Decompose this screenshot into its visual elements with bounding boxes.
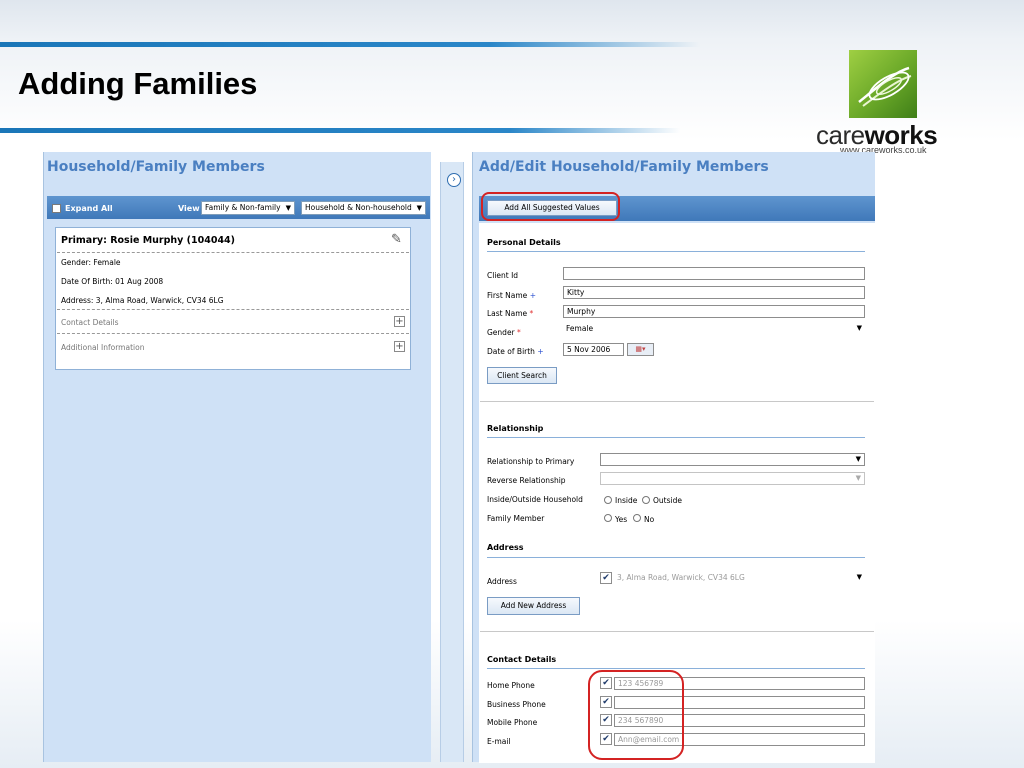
section-rule [487, 251, 865, 252]
relationship-to-primary-select[interactable]: ▼ [600, 453, 865, 466]
relationship-to-primary-label: Relationship to Primary [487, 457, 575, 466]
outside-radio[interactable] [642, 496, 650, 504]
reverse-relationship-select[interactable]: ▼ [600, 472, 865, 485]
household-select-value: Household & Non-household [305, 203, 412, 212]
member-address: Address: 3, Alma Road, Warwick, CV34 6LG [61, 296, 224, 305]
dropdown-arrow-icon: ▼ [856, 324, 862, 332]
highlight-oval [481, 192, 620, 221]
inside-outside-label: Inside/Outside Household [487, 495, 583, 504]
divider [57, 252, 409, 253]
expand-additional-plus-icon[interactable]: + [394, 341, 405, 352]
expand-all-checkbox[interactable] [52, 204, 61, 213]
first-name-field[interactable]: Kitty [563, 286, 865, 299]
add-new-address-button[interactable]: Add New Address [487, 597, 580, 615]
careworks-logo-icon [849, 50, 917, 118]
dropdown-arrow-icon: ▼ [856, 573, 862, 581]
dropdown-arrow-icon: ▼ [855, 474, 861, 482]
additional-info-section[interactable]: Additional Information [61, 343, 144, 352]
first-name-label: First Name + [487, 291, 536, 300]
family-member-label: Family Member [487, 514, 545, 523]
header-divider-bar [0, 128, 680, 133]
section-rule [487, 668, 865, 669]
required-mark: * [517, 328, 521, 337]
business-phone-label: Business Phone [487, 700, 546, 709]
personal-details-title: Personal Details [487, 238, 561, 247]
inside-radio-label: Inside [615, 496, 638, 505]
household-select[interactable]: Household & Non-household ▼ [301, 201, 426, 215]
client-id-label: Client Id [487, 271, 519, 280]
home-phone-label: Home Phone [487, 681, 535, 690]
divider [57, 333, 409, 334]
expand-all-label: Expand All [65, 204, 113, 213]
view-select[interactable]: Family & Non-family ▼ [201, 201, 295, 215]
section-separator [480, 401, 874, 402]
address-select-value: 3, Alma Road, Warwick, CV34 6LG [617, 573, 745, 582]
dob-label: Date of Birth + [487, 347, 544, 356]
dropdown-arrow-icon: ▼ [855, 455, 861, 463]
inside-radio[interactable] [604, 496, 612, 504]
last-name-label: Last Name * [487, 309, 533, 318]
view-label: View [178, 204, 200, 213]
edit-pencil-icon[interactable]: ✎ [391, 232, 402, 247]
gender-select-value: Female [566, 324, 594, 333]
view-select-value: Family & Non-family [205, 203, 281, 212]
chevron-right-icon[interactable]: › [447, 173, 461, 187]
section-separator [480, 631, 874, 632]
email-label: E-mail [487, 737, 511, 746]
gender-label: Gender * [487, 328, 521, 337]
no-radio-label: No [644, 515, 655, 524]
right-panel-heading: Add/Edit Household/Family Members [479, 159, 769, 175]
divider [57, 309, 409, 310]
dob-label-text: Date of Birth [487, 347, 535, 356]
section-rule [487, 437, 865, 438]
dropdown-arrow-icon: ▼ [416, 204, 422, 212]
no-radio[interactable] [633, 514, 641, 522]
member-title: Primary: Rosie Murphy (104044) [61, 235, 236, 246]
last-name-field[interactable]: Murphy [563, 305, 865, 318]
reverse-relationship-label: Reverse Relationship [487, 476, 566, 485]
required-mark: * [529, 309, 534, 318]
highlight-oval [588, 670, 684, 760]
gender-label-text: Gender [487, 328, 515, 337]
client-search-button[interactable]: Client Search [487, 367, 557, 384]
contact-details-title: Contact Details [487, 655, 557, 664]
left-panel-heading: Household/Family Members [47, 159, 265, 175]
dob-field[interactable]: 5 Nov 2006 [563, 343, 624, 356]
outside-radio-label: Outside [653, 496, 682, 505]
last-name-label-text: Last Name [487, 309, 528, 318]
address-select[interactable]: 3, Alma Road, Warwick, CV34 6LG ▼ [614, 572, 865, 585]
address-suggest-checkbox[interactable]: ✔ [600, 572, 612, 584]
contact-details-section[interactable]: Contact Details [61, 318, 119, 327]
section-rule [487, 557, 865, 558]
optional-mark: + [537, 347, 544, 356]
slide-title: Adding Families [18, 66, 258, 101]
client-id-field[interactable] [563, 267, 865, 280]
member-dob: Date Of Birth: 01 Aug 2008 [61, 277, 164, 286]
gender-select[interactable]: Female ▼ [563, 323, 865, 336]
header-accent-bar [0, 42, 700, 47]
optional-mark: + [529, 291, 536, 300]
mobile-phone-label: Mobile Phone [487, 718, 538, 727]
yes-radio[interactable] [604, 514, 612, 522]
first-name-label-text: First Name [487, 291, 528, 300]
yes-radio-label: Yes [615, 515, 628, 524]
panel-splitter[interactable] [440, 162, 464, 762]
member-gender: Gender: Female [61, 258, 121, 267]
expand-contact-plus-icon[interactable]: + [394, 316, 405, 327]
dropdown-arrow-icon: ▼ [285, 204, 291, 212]
calendar-icon[interactable]: ▦▾ [627, 343, 654, 356]
relationship-title: Relationship [487, 424, 544, 433]
address-label: Address [487, 577, 517, 586]
address-title: Address [487, 543, 524, 552]
